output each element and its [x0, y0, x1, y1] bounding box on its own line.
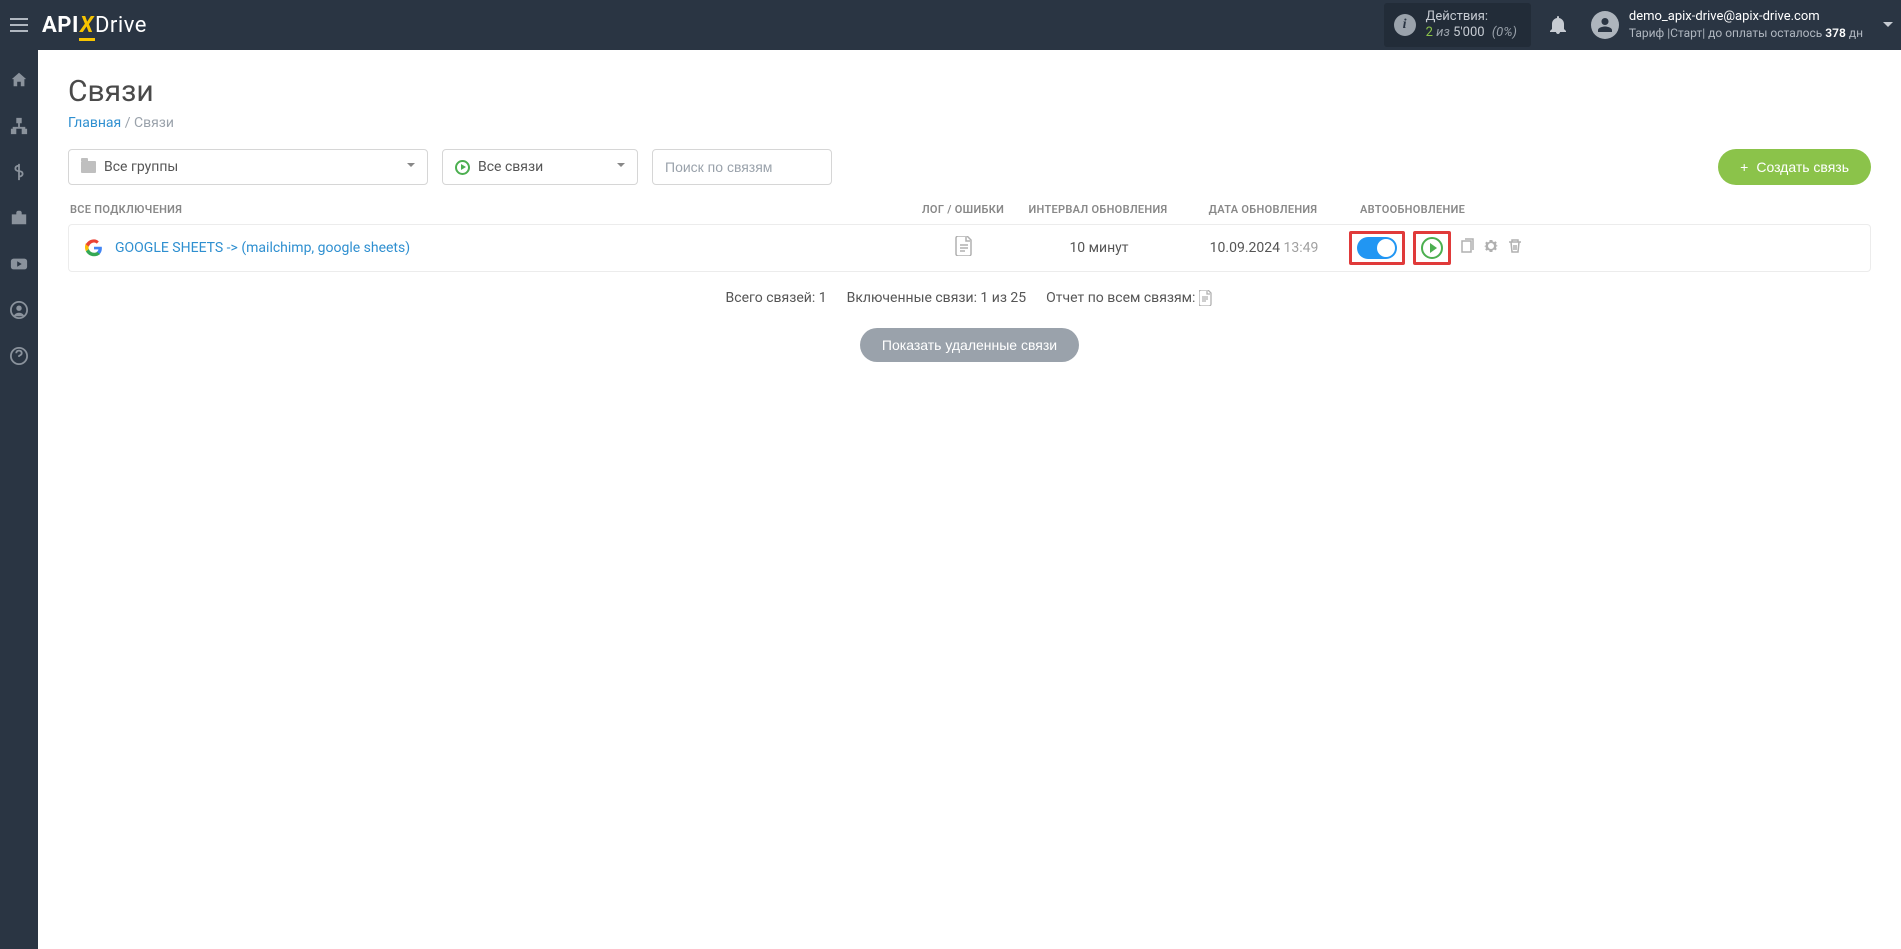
row-interval: 10 минут [1019, 240, 1179, 256]
menu-icon [10, 18, 28, 32]
actions-count: 2 [1426, 25, 1433, 40]
notifications-button[interactable] [1543, 16, 1573, 34]
info-icon: i [1394, 14, 1416, 36]
row-name: GOOGLE SHEETS -> (mailchimp, google shee… [69, 239, 909, 257]
settings-button[interactable] [1483, 238, 1499, 258]
sidebar [0, 50, 38, 949]
actions-of: из [1436, 25, 1450, 40]
file-icon [1199, 290, 1213, 306]
table-row: GOOGLE SHEETS -> (mailchimp, google shee… [68, 224, 1871, 272]
logo[interactable]: APIXDrive [42, 13, 147, 38]
breadcrumb-home[interactable]: Главная [68, 115, 121, 131]
breadcrumb: Главная / Связи [68, 115, 1871, 131]
google-icon [85, 239, 103, 257]
trash-icon [1507, 238, 1523, 254]
actions-pct: (0%) [1492, 25, 1517, 40]
plan-suffix: дн [1846, 26, 1863, 40]
sidebar-item-services[interactable] [0, 206, 38, 230]
play-circle-icon [455, 160, 470, 175]
row-date-value: 10.09.2024 [1210, 240, 1280, 256]
sidebar-item-billing[interactable] [0, 160, 38, 184]
highlight-run [1413, 231, 1451, 265]
help-icon [10, 347, 28, 365]
file-icon [955, 236, 973, 256]
user-menu[interactable]: demo_apix-drive@apix-drive.com Тариф |Ст… [1573, 9, 1881, 40]
bell-icon [1550, 16, 1566, 34]
dollar-icon [10, 163, 28, 181]
row-actions [1349, 231, 1549, 265]
chevron-down-icon [615, 159, 627, 175]
user-email: demo_apix-drive@apix-drive.com [1629, 9, 1863, 25]
sidebar-item-help[interactable] [0, 344, 38, 368]
home-icon [10, 71, 28, 89]
chevron-down-icon [405, 159, 417, 175]
sidebar-item-video[interactable] [0, 252, 38, 276]
folder-icon [81, 161, 96, 173]
status-select[interactable]: Все связи [442, 149, 638, 185]
summary-report-link[interactable]: Отчет по всем связям: [1046, 290, 1213, 306]
summary-total: Всего связей: 1 [726, 290, 827, 306]
sidebar-item-home[interactable] [0, 68, 38, 92]
run-now-button[interactable] [1421, 237, 1443, 259]
content: Связи Главная / Связи Все группы Все свя… [38, 50, 1901, 949]
breadcrumb-current: Связи [134, 115, 174, 131]
topbar: APIXDrive i Действия: 2 из 5'000 (0%) [0, 0, 1901, 50]
actions-label: Действия: [1426, 9, 1517, 25]
delete-button[interactable] [1507, 238, 1523, 258]
summary-enabled: Включенные связи: 1 из 25 [847, 290, 1027, 306]
col-header-date: ДАТА ОБНОВЛЕНИЯ [1178, 203, 1348, 216]
search-input[interactable] [652, 149, 832, 185]
logo-part-drive: Drive [95, 13, 147, 38]
copy-icon [1459, 238, 1475, 254]
highlight-toggle [1349, 231, 1405, 265]
page-title: Связи [68, 74, 1871, 109]
plus-icon: + [1740, 159, 1748, 175]
sidebar-item-account[interactable] [0, 298, 38, 322]
user-plan: Тариф |Старт| до оплаты осталось 378 дн [1629, 26, 1863, 41]
col-header-log: ЛОГ / ОШИБКИ [908, 203, 1018, 216]
col-header-name: ВСЕ ПОДКЛЮЧЕНИЯ [68, 203, 908, 216]
plan-prefix: Тариф |Старт| до оплаты осталось [1629, 26, 1825, 40]
connection-link[interactable]: GOOGLE SHEETS -> (mailchimp, google shee… [115, 240, 410, 256]
status-select-label: Все связи [478, 159, 625, 175]
copy-button[interactable] [1459, 238, 1475, 258]
actions-counter[interactable]: i Действия: 2 из 5'000 (0%) [1384, 3, 1531, 46]
logo-part-x: X [79, 13, 95, 41]
create-connection-label: Создать связь [1756, 159, 1849, 175]
briefcase-icon [10, 209, 28, 227]
sitemap-icon [10, 117, 28, 135]
menu-toggle-button[interactable] [0, 0, 38, 50]
user-menu-chevron[interactable] [1881, 18, 1901, 32]
show-deleted-button[interactable]: Показать удаленные связи [860, 328, 1079, 362]
group-select[interactable]: Все группы [68, 149, 428, 185]
user-circle-icon [10, 301, 28, 319]
user-info: demo_apix-drive@apix-drive.com Тариф |Ст… [1629, 9, 1863, 40]
layout: Связи Главная / Связи Все группы Все свя… [0, 50, 1901, 949]
logo-part-api: API [42, 13, 79, 38]
summary-bar: Всего связей: 1 Включенные связи: 1 из 2… [68, 290, 1871, 306]
col-header-auto: АВТООБНОВЛЕНИЕ [1348, 203, 1548, 216]
group-select-label: Все группы [104, 159, 415, 175]
row-log [909, 236, 1019, 260]
create-connection-button[interactable]: + Создать связь [1718, 149, 1871, 185]
table-header: ВСЕ ПОДКЛЮЧЕНИЯ ЛОГ / ОШИБКИ ИНТЕРВАЛ ОБ… [68, 203, 1871, 224]
row-time-value: 13:49 [1283, 240, 1318, 256]
auto-update-toggle[interactable] [1357, 237, 1397, 259]
summary-report-label: Отчет по всем связям: [1046, 290, 1195, 306]
youtube-icon [10, 255, 28, 273]
chevron-down-icon [1881, 18, 1895, 32]
topbar-right: i Действия: 2 из 5'000 (0%) demo_apix-dr… [1384, 0, 1901, 50]
col-header-interval: ИНТЕРВАЛ ОБНОВЛЕНИЯ [1018, 203, 1178, 216]
filters-bar: Все группы Все связи + Создать связь [68, 149, 1871, 185]
actions-text: Действия: 2 из 5'000 (0%) [1426, 9, 1517, 40]
log-button[interactable] [955, 236, 973, 260]
plan-days: 378 [1825, 26, 1846, 40]
sidebar-item-connections[interactable] [0, 114, 38, 138]
avatar-icon [1591, 11, 1619, 39]
gear-icon [1483, 238, 1499, 254]
actions-limit: 5'000 [1453, 25, 1485, 40]
breadcrumb-sep: / [125, 115, 134, 131]
row-date: 10.09.2024 13:49 [1179, 240, 1349, 256]
